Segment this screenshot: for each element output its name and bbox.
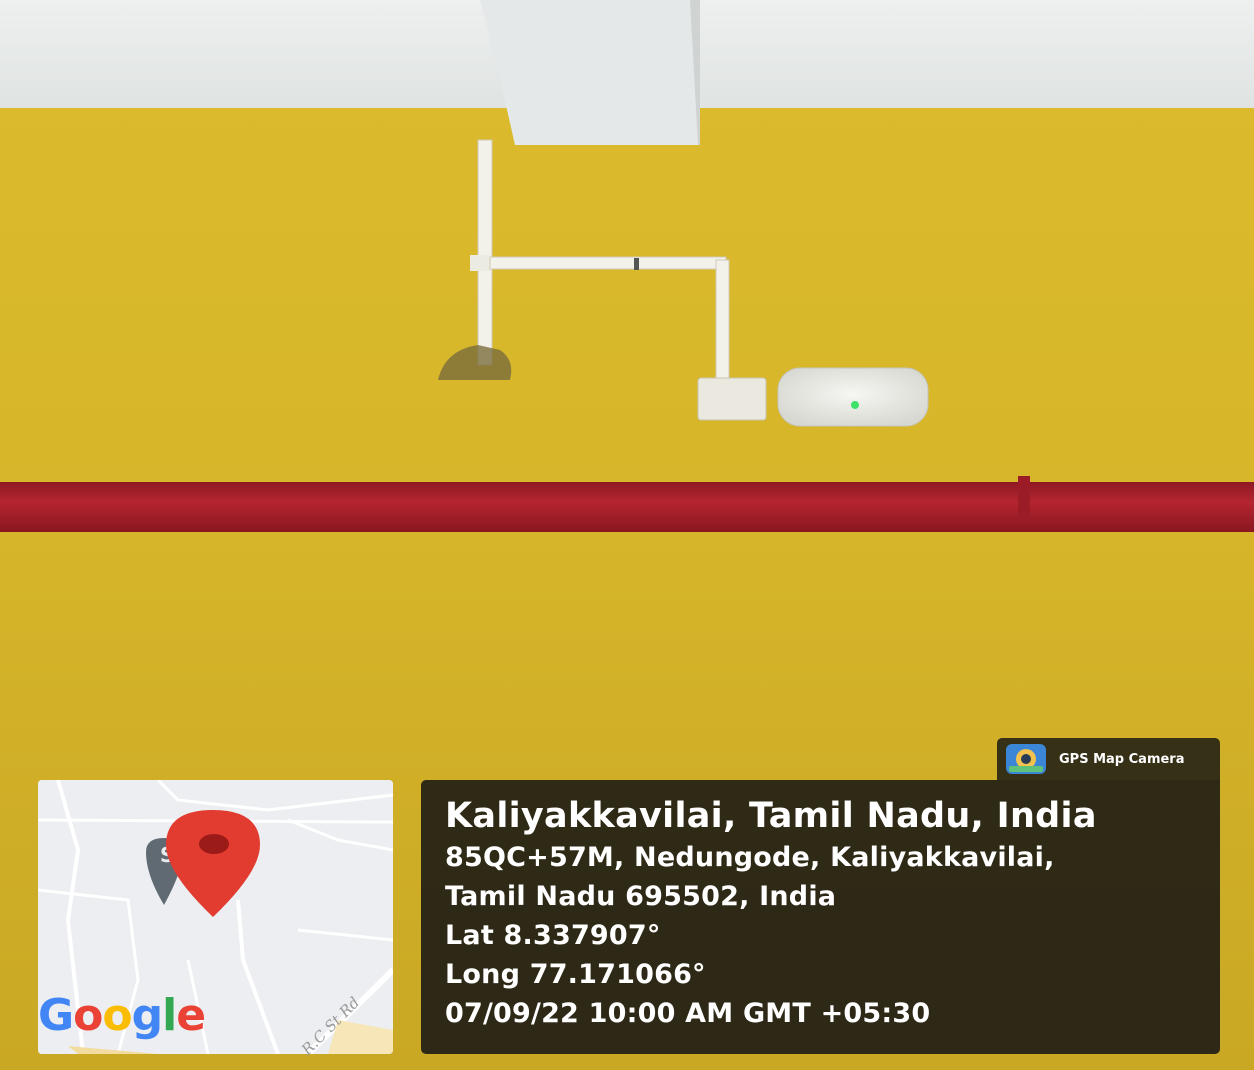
google-logo: Google	[38, 990, 206, 1041]
timestamp-text: 07/09/22 10:00 AM GMT +05:30	[445, 998, 931, 1029]
location-title: Kaliyakkavilai, Tamil Nadu, India	[445, 796, 1097, 836]
latitude-text: Lat 8.337907°	[445, 920, 661, 951]
app-name-label: GPS Map Camera	[1059, 751, 1185, 767]
longitude-text: Long 77.171066°	[445, 959, 706, 990]
gps-map-camera-badge: GPS Map Camera	[997, 738, 1220, 780]
address-line-1: 85QC+57M, Nedungode, Kaliyakkavilai,	[445, 842, 1055, 873]
camera-globe-icon	[1006, 744, 1046, 774]
location-info-panel: Kaliyakkavilai, Tamil Nadu, India 85QC+5…	[421, 780, 1220, 1054]
address-line-2: Tamil Nadu 695502, India	[445, 881, 837, 912]
photo-scene: GPS Map Camera S Google R.C St Rd Kaliya…	[0, 0, 1254, 1070]
